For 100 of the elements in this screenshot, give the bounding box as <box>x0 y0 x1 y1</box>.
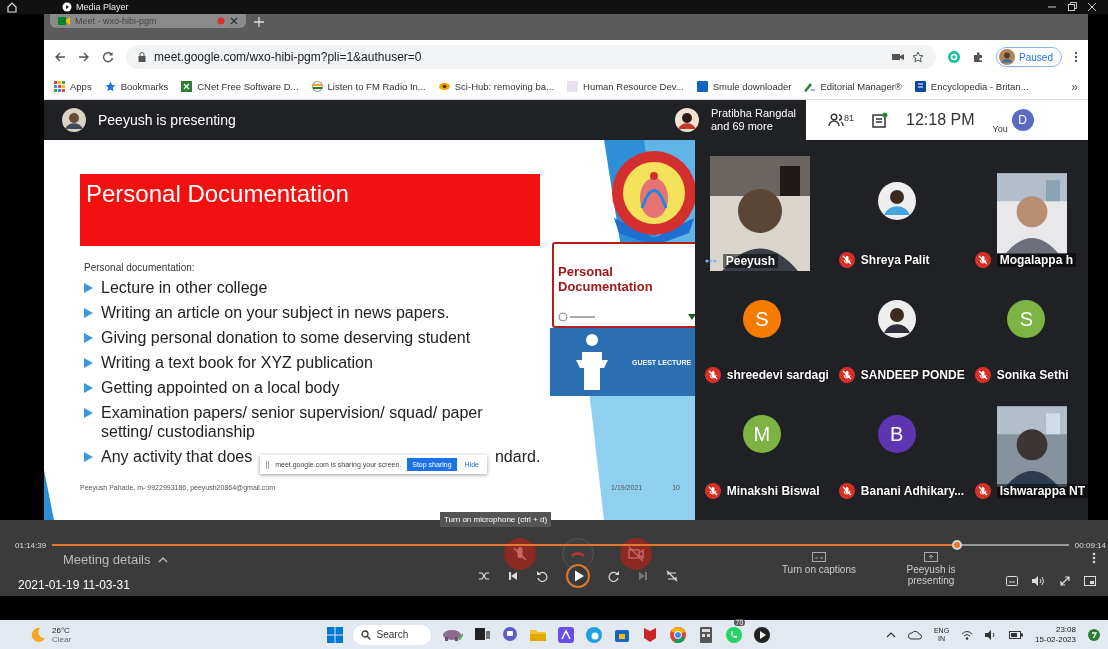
volume-icon[interactable] <box>1032 576 1046 586</box>
avatar-icon <box>877 182 916 220</box>
people-button[interactable]: 81 <box>828 113 854 127</box>
home-icon[interactable] <box>6 1 18 13</box>
chat-icon[interactable] <box>872 112 888 128</box>
notification-icon[interactable] <box>1088 628 1100 641</box>
chat-icon[interactable] <box>500 625 519 644</box>
search-field[interactable]: Search <box>352 624 431 645</box>
browser-icon[interactable] <box>584 625 603 644</box>
mini-player-icon[interactable] <box>1084 576 1096 586</box>
forward-thirty-icon[interactable] <box>608 570 620 582</box>
page-icon <box>567 81 579 92</box>
bookmark-item[interactable]: Encyclopedia - Britan... <box>914 81 1029 92</box>
windows-icon[interactable] <box>326 626 343 643</box>
avatar-icon <box>877 300 916 338</box>
next-icon[interactable] <box>638 571 648 581</box>
participant-name: Peeyush <box>722 254 779 268</box>
avatar-circle: S <box>1007 300 1046 338</box>
reload-icon[interactable] <box>102 51 114 63</box>
mic-off-button-icon[interactable] <box>504 538 536 570</box>
bookmark-item[interactable]: Sci-Hub: removing ba... <box>438 81 555 92</box>
eye-icon <box>438 81 450 92</box>
lock-icon <box>138 52 146 62</box>
address-field[interactable]: meet.google.com/wxo-hibi-pgm?pli=1&authuser=0 <box>126 45 937 69</box>
bookmark-item[interactable]: Listen to FM Radio In... <box>311 81 426 92</box>
forward-icon[interactable] <box>78 51 90 63</box>
caret-up-icon[interactable] <box>885 631 896 638</box>
avatar-circle: B <box>877 415 916 453</box>
participant-name: Ishwarappa NT <box>996 484 1088 498</box>
repeat-off-icon[interactable] <box>666 570 678 582</box>
battery-icon[interactable] <box>1009 630 1024 639</box>
temperature: 26°C <box>52 625 71 635</box>
volume-icon[interactable] <box>985 629 998 640</box>
new-tab-icon[interactable] <box>254 17 264 27</box>
end-time: 00:09:14 <box>1074 540 1106 550</box>
clock[interactable]: 23:08 15-02-2023 <box>1035 624 1076 645</box>
participant-name: Pratibha Rangdal <box>711 107 796 120</box>
elapsed-time: 01:14:39 <box>15 540 47 550</box>
play-icon[interactable] <box>752 625 771 644</box>
star-icon[interactable] <box>912 51 925 63</box>
more-icon[interactable] <box>1092 552 1096 564</box>
participant-name: Mogalappa h <box>996 253 1076 267</box>
presenter-label: Peeyush is presenting <box>98 112 236 128</box>
play-icon <box>62 2 72 12</box>
camera-icon[interactable] <box>892 52 905 62</box>
window-title: Media Player <box>76 2 129 12</box>
shuffle-icon[interactable] <box>478 571 490 581</box>
you-label: You <box>992 124 1008 134</box>
present-icon <box>924 552 938 562</box>
avatar-circle: M <box>742 415 781 453</box>
site-icon <box>696 81 708 92</box>
bookmark-item[interactable]: Apps <box>54 81 92 92</box>
moon-icon <box>30 626 46 643</box>
participant-name: Shreya Palit <box>860 253 930 267</box>
browser-icon[interactable] <box>668 625 687 644</box>
play-button-icon[interactable] <box>566 564 590 588</box>
app-icon[interactable] <box>556 625 575 644</box>
progress-thumb[interactable] <box>952 540 962 550</box>
more-bookmarks-button[interactable]: » <box>1071 79 1078 94</box>
cloud-icon[interactable] <box>907 629 922 640</box>
apps-grid-icon <box>54 81 65 92</box>
avatar-circle: S <box>742 300 781 338</box>
bookmark-item[interactable]: CNet Free Software D... <box>181 81 299 92</box>
bookmark-item[interactable]: Editorial Manager® <box>804 81 902 92</box>
captions-button[interactable]: Turn on captions <box>781 564 856 575</box>
people-icon <box>828 113 844 127</box>
back-icon[interactable] <box>54 51 66 63</box>
site-icon <box>914 81 926 92</box>
more-participants-label: and 69 more <box>711 120 774 133</box>
avatar-icon <box>675 108 699 132</box>
flag-icon <box>311 81 323 92</box>
fullscreen-icon[interactable] <box>1060 576 1070 586</box>
subtitles-icon[interactable] <box>1006 576 1018 586</box>
avatar-icon <box>62 108 86 132</box>
pen-icon <box>804 81 816 92</box>
bookmark-item[interactable]: Smule downloader <box>696 81 792 92</box>
captions-icon <box>811 552 826 562</box>
user-avatar[interactable]: D <box>1011 109 1034 131</box>
participant-name: SANDEEP PONDE <box>860 368 965 382</box>
rewind-ten-icon[interactable] <box>536 570 548 582</box>
meeting-details-button[interactable]: Meeting details <box>18 552 448 567</box>
participant-name: Sonika Sethi <box>996 368 1069 382</box>
previous-icon[interactable] <box>508 571 518 581</box>
chevron-up-icon <box>158 556 169 563</box>
bookmark-item[interactable]: Human Resource Dev... <box>567 81 684 92</box>
participant-name: Banani Adhikary... <box>860 484 965 498</box>
weather-label: Clear <box>52 634 72 644</box>
restore-icon[interactable] <box>1066 1 1078 13</box>
participant-name: Minakshi Biswal <box>726 484 820 498</box>
puzzle-icon[interactable] <box>972 51 985 63</box>
recording-icon <box>217 17 225 25</box>
file-name: 2021-01-19 11-03-31 <box>18 578 131 592</box>
participant-name: shreedevi sardagi <box>726 368 829 382</box>
wifi-icon[interactable] <box>961 629 974 640</box>
meeting-time: 12:18 PM <box>906 111 975 129</box>
camera-off-icon[interactable] <box>620 538 652 570</box>
site-icon <box>181 81 193 92</box>
bookmark-item[interactable]: Bookmarks <box>104 81 169 92</box>
search-icon <box>360 629 371 640</box>
menu-icon[interactable] <box>1074 51 1078 63</box>
